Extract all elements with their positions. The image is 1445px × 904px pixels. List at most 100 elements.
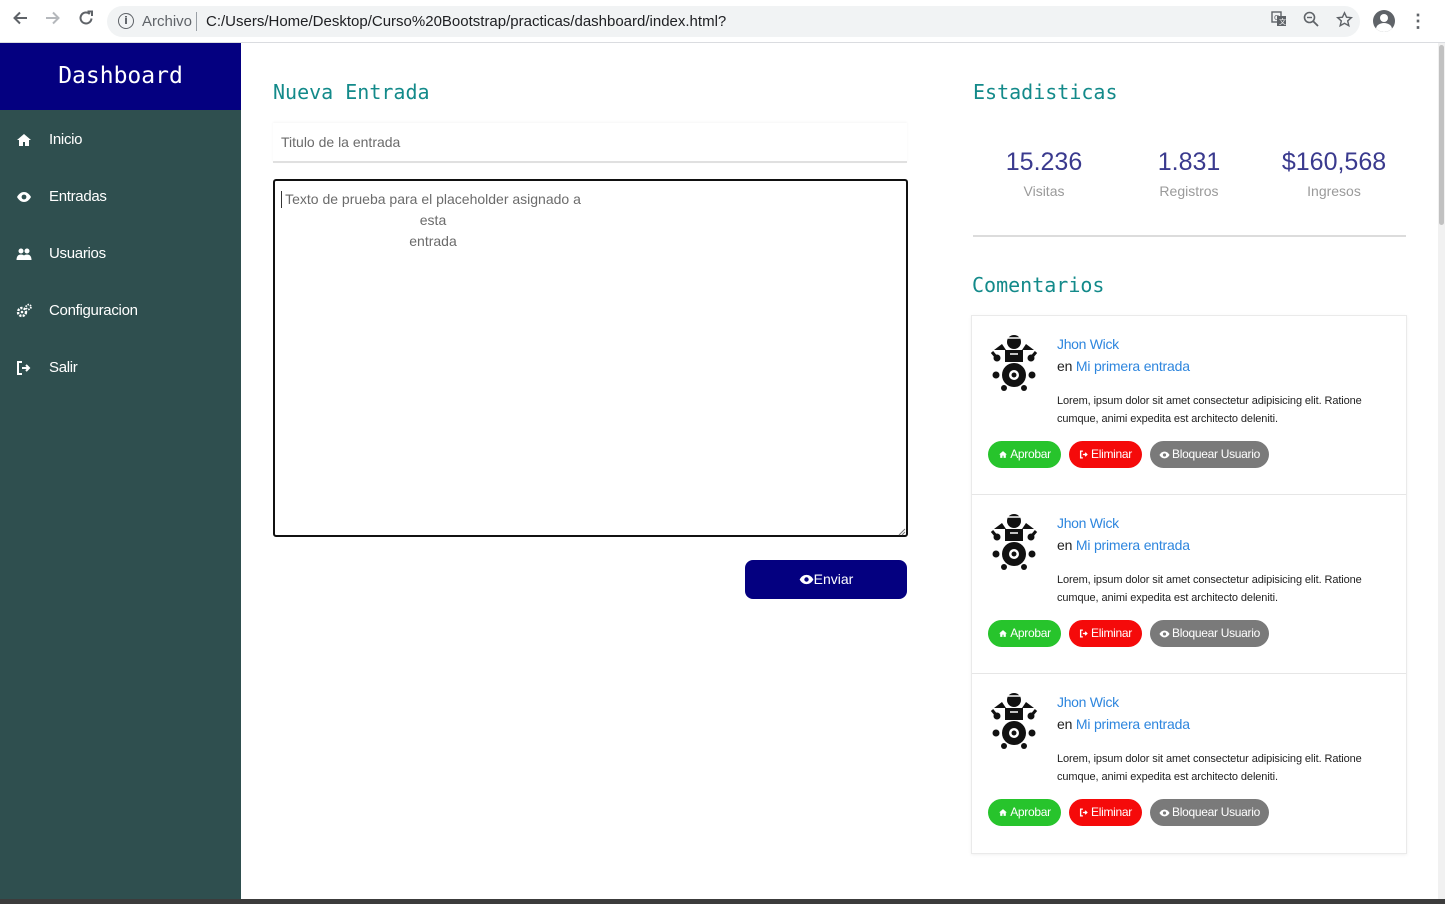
delete-button-label: Eliminar bbox=[1091, 626, 1132, 640]
approve-button[interactable]: Aprobar bbox=[988, 620, 1061, 647]
scrollbar[interactable] bbox=[1438, 43, 1445, 899]
block-user-button-label: Bloquear Usuario bbox=[1172, 805, 1260, 819]
user-avatar-icon bbox=[990, 693, 1038, 749]
send-button-label: Enviar bbox=[813, 571, 854, 587]
sign-out-icon bbox=[1079, 629, 1088, 638]
comment-meta: en Mi primera entrada bbox=[1057, 358, 1190, 374]
sidebar-item-entradas[interactable]: Entradas bbox=[0, 177, 241, 217]
entry-body-line: Texto de prueba para el placeholder asig… bbox=[285, 191, 581, 228]
browser-toolbar: i Archivo C:/Users/Home/Desktop/Curso%20… bbox=[0, 0, 1445, 43]
sidebar-item-label: Entradas bbox=[49, 188, 107, 205]
approve-button-label: Aprobar bbox=[1010, 805, 1051, 819]
sidebar-item-label: Usuarios bbox=[49, 245, 106, 262]
stat-revenue: $160,568 Ingresos bbox=[1269, 147, 1399, 199]
stat-visits: 15.236 Visitas bbox=[979, 147, 1109, 199]
stat-value: 1.831 bbox=[1157, 148, 1221, 176]
home-icon bbox=[999, 630, 1008, 637]
sidebar-item-label: Inicio bbox=[49, 131, 83, 148]
user-avatar-icon bbox=[990, 514, 1038, 570]
approve-button[interactable]: Aprobar bbox=[988, 441, 1061, 468]
entry-body-text: Texto de prueba para el placeholder asig… bbox=[281, 189, 584, 252]
comment-author-link[interactable]: Jhon Wick bbox=[1057, 515, 1119, 531]
delete-button[interactable]: Eliminar bbox=[1069, 441, 1142, 468]
sidebar: Dashboard Inicio Entradas Usuarios Confi… bbox=[0, 43, 241, 899]
url-scheme-label: Archivo bbox=[142, 13, 193, 30]
sign-out-icon bbox=[17, 361, 31, 375]
block-user-button[interactable]: Bloquear Usuario bbox=[1150, 799, 1269, 826]
comment-post-link[interactable]: Mi primera entrada bbox=[1076, 358, 1190, 374]
block-user-button[interactable]: Bloquear Usuario bbox=[1150, 620, 1269, 647]
sign-out-icon bbox=[1079, 808, 1088, 817]
eye-icon bbox=[17, 192, 31, 202]
home-icon bbox=[999, 451, 1008, 458]
info-icon[interactable]: i bbox=[118, 13, 134, 29]
stat-label: Ingresos bbox=[1307, 183, 1361, 199]
brand-title[interactable]: Dashboard bbox=[0, 43, 241, 110]
eye-icon bbox=[1159, 451, 1170, 459]
stat-label: Visitas bbox=[1023, 183, 1065, 199]
comment-prefix: en bbox=[1057, 537, 1073, 553]
page: Dashboard Inicio Entradas Usuarios Confi… bbox=[0, 43, 1438, 899]
entry-title-input[interactable] bbox=[273, 123, 907, 163]
block-user-button-label: Bloquear Usuario bbox=[1172, 626, 1260, 640]
comments-panel: Jhon Wick en Mi primera entrada Lorem, i… bbox=[971, 315, 1407, 854]
comment-prefix: en bbox=[1057, 716, 1073, 732]
cogs-icon bbox=[16, 303, 32, 318]
approve-button[interactable]: Aprobar bbox=[988, 799, 1061, 826]
text-cursor bbox=[281, 191, 282, 208]
comment-meta: en Mi primera entrada bbox=[1057, 716, 1190, 732]
send-button[interactable]: Enviar bbox=[745, 560, 907, 599]
comment-text: Lorem, ipsum dolor sit amet consectetur … bbox=[1057, 574, 1362, 604]
approve-button-label: Aprobar bbox=[1010, 626, 1051, 640]
profile-icon[interactable] bbox=[1373, 10, 1395, 32]
zoom-icon[interactable] bbox=[1301, 11, 1321, 31]
block-user-button-label: Bloquear Usuario bbox=[1172, 447, 1260, 461]
delete-button[interactable]: Eliminar bbox=[1069, 799, 1142, 826]
eye-icon bbox=[799, 574, 814, 585]
url-text[interactable]: C:/Users/Home/Desktop/Curso%20Bootstrap/… bbox=[206, 13, 726, 30]
sidebar-item-label: Salir bbox=[49, 359, 78, 376]
comment-author-link[interactable]: Jhon Wick bbox=[1057, 694, 1119, 710]
comments-title: Comentarios bbox=[972, 273, 1105, 297]
reload-icon[interactable] bbox=[73, 8, 99, 34]
sidebar-item-inicio[interactable]: Inicio bbox=[0, 120, 241, 160]
comment-item: Jhon Wick en Mi primera entrada Lorem, i… bbox=[972, 316, 1406, 495]
eye-icon bbox=[1159, 809, 1170, 817]
address-bar[interactable]: i Archivo C:/Users/Home/Desktop/Curso%20… bbox=[107, 6, 1360, 37]
comment-post-link[interactable]: Mi primera entrada bbox=[1076, 537, 1190, 553]
home-icon bbox=[999, 809, 1008, 816]
stat-value: $160,568 bbox=[1281, 148, 1387, 176]
scrollbar-thumb[interactable] bbox=[1439, 45, 1444, 225]
delete-button-label: Eliminar bbox=[1091, 447, 1132, 461]
sidebar-item-usuarios[interactable]: Usuarios bbox=[0, 234, 241, 274]
block-user-button[interactable]: Bloquear Usuario bbox=[1150, 441, 1269, 468]
delete-button[interactable]: Eliminar bbox=[1069, 620, 1142, 647]
comment-text: Lorem, ipsum dolor sit amet consectetur … bbox=[1057, 395, 1362, 425]
bookmark-star-icon[interactable] bbox=[1334, 11, 1354, 31]
comment-post-link[interactable]: Mi primera entrada bbox=[1076, 716, 1190, 732]
delete-button-label: Eliminar bbox=[1091, 805, 1132, 819]
sign-out-icon bbox=[1079, 450, 1088, 459]
comment-author-link[interactable]: Jhon Wick bbox=[1057, 336, 1119, 352]
resize-grip-icon[interactable] bbox=[898, 528, 906, 536]
eye-icon bbox=[1159, 630, 1170, 638]
sidebar-item-label: Configuracion bbox=[49, 302, 138, 319]
user-avatar-icon bbox=[990, 335, 1038, 391]
users-icon bbox=[16, 248, 32, 260]
entry-body-line: entrada bbox=[409, 233, 457, 249]
translate-icon[interactable]: G文 bbox=[1269, 11, 1289, 31]
sidebar-item-configuracion[interactable]: Configuracion bbox=[0, 291, 241, 331]
stat-label: Registros bbox=[1159, 183, 1219, 199]
back-arrow-icon[interactable] bbox=[7, 8, 33, 34]
comment-text: Lorem, ipsum dolor sit amet consectetur … bbox=[1057, 753, 1362, 783]
stats-divider bbox=[973, 235, 1406, 237]
svg-text:文: 文 bbox=[1279, 17, 1286, 26]
comment-meta: en Mi primera entrada bbox=[1057, 537, 1190, 553]
url-separator bbox=[196, 12, 197, 31]
more-menu-icon[interactable]: ⋮ bbox=[1409, 10, 1427, 32]
forward-arrow-icon[interactable] bbox=[40, 8, 66, 34]
sidebar-item-salir[interactable]: Salir bbox=[0, 348, 241, 388]
stats-title: Estadisticas bbox=[973, 80, 1118, 104]
comment-item: Jhon Wick en Mi primera entrada Lorem, i… bbox=[972, 674, 1406, 853]
stat-registrations: 1.831 Registros bbox=[1124, 147, 1254, 199]
